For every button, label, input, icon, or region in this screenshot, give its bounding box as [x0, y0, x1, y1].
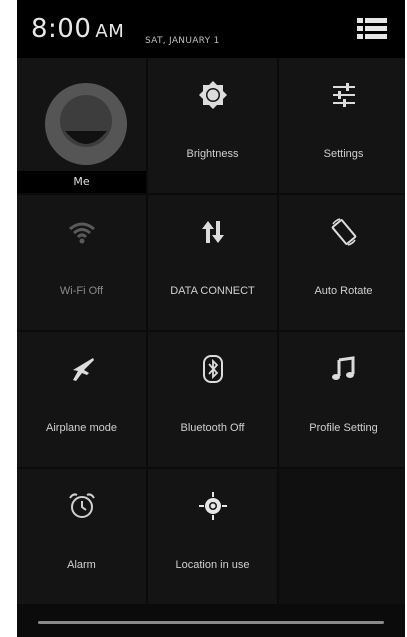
tile-alarm[interactable]: Alarm	[17, 469, 146, 604]
tile-label: DATA CONNECT	[170, 285, 255, 297]
avatar	[45, 83, 127, 165]
auto-rotate-icon	[331, 218, 356, 246]
settings-sliders-icon	[332, 83, 355, 107]
tile-label: Alarm	[67, 559, 96, 571]
clock-ampm: AM	[95, 21, 125, 42]
tile-label: Location in use	[175, 559, 250, 571]
tile-location[interactable]: Location in use	[148, 469, 277, 604]
clock: 8:00 AM	[31, 14, 124, 44]
music-note-icon	[331, 356, 354, 380]
date-label: SAT, JANUARY 1	[145, 36, 220, 46]
tile-label: Bluetooth Off	[180, 422, 245, 434]
wifi-icon	[68, 222, 95, 244]
left-margin	[0, 0, 6, 637]
profile-tile[interactable]: Me	[17, 58, 146, 193]
clock-time: 8:00	[31, 14, 92, 44]
status-bar: 8:00 AM SAT, JANUARY 1	[17, 0, 405, 58]
tile-brightness[interactable]: Brightness	[148, 58, 277, 193]
airplane-icon	[72, 358, 94, 381]
tile-label: Settings	[323, 148, 364, 160]
alarm-clock-icon	[68, 493, 95, 518]
location-icon	[198, 492, 227, 520]
tile-label: Brightness	[186, 148, 239, 160]
tile-wifi[interactable]: Wi-Fi Off	[17, 195, 146, 330]
tile-label: Airplane mode	[46, 422, 117, 434]
empty-tile	[279, 469, 405, 604]
quick-settings-panel: 8:00 AM SAT, JANUARY 1 Me Brightness Set…	[17, 0, 405, 637]
tile-settings[interactable]: Settings	[279, 58, 405, 193]
tile-airplane-mode[interactable]: Airplane mode	[17, 332, 146, 467]
tile-label: Profile Setting	[309, 422, 378, 434]
tile-profile-setting[interactable]: Profile Setting	[279, 332, 405, 467]
tile-label: Wi-Fi Off	[59, 285, 104, 297]
list-menu-icon[interactable]	[355, 14, 389, 44]
tile-bluetooth[interactable]: Bluetooth Off	[148, 332, 277, 467]
bluetooth-icon	[202, 355, 223, 383]
tile-data-connect[interactable]: DATA CONNECT	[148, 195, 277, 330]
tile-auto-rotate[interactable]: Auto Rotate	[279, 195, 405, 330]
brightness-icon	[198, 81, 227, 109]
quick-settings-grid: Me Brightness Settings Wi-Fi Off DATA CO…	[17, 58, 405, 608]
profile-label: Me	[73, 175, 90, 188]
tile-label: Auto Rotate	[314, 285, 373, 297]
data-arrows-icon	[201, 221, 224, 243]
panel-drag-handle[interactable]	[38, 621, 384, 624]
